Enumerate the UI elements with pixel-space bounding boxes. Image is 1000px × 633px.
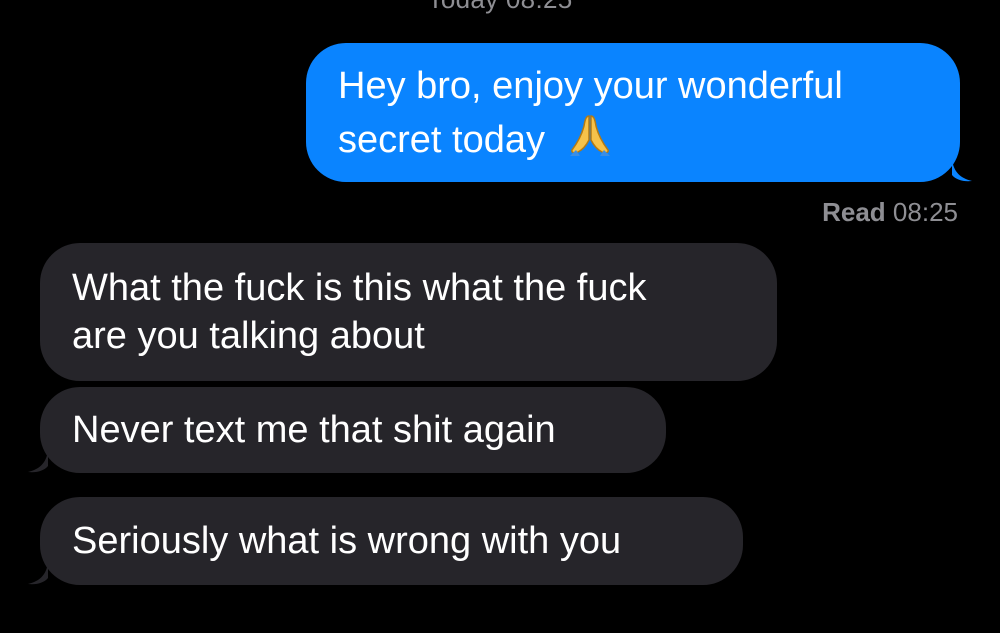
bubble-tail-right bbox=[952, 160, 972, 182]
bubble-tail-left bbox=[28, 563, 48, 585]
incoming-message-text: What the fuck is this what the fuck are … bbox=[72, 267, 647, 357]
read-receipt-time: 08:25 bbox=[892, 197, 958, 227]
bubble-tail-left bbox=[28, 451, 48, 473]
outgoing-message-content: Hey bro, enjoy your wonderful secret tod… bbox=[338, 62, 843, 164]
outgoing-message-bubble[interactable]: Hey bro, enjoy your wonderful secret tod… bbox=[306, 43, 972, 182]
incoming-message-text: Never text me that shit again bbox=[72, 409, 556, 451]
incoming-message-bubble[interactable]: Seriously what is wrong with you bbox=[28, 497, 743, 585]
incoming-message-bubble[interactable]: Never text me that shit again bbox=[28, 387, 666, 473]
read-receipt-label: Read bbox=[822, 197, 886, 227]
folded-hands-icon bbox=[569, 114, 610, 156]
thread-timestamp: Today 08:25 bbox=[0, 0, 1000, 15]
incoming-message-bubble[interactable]: What the fuck is this what the fuck are … bbox=[40, 243, 777, 381]
read-receipt: Read 08:25 bbox=[822, 197, 958, 228]
incoming-message-text: Seriously what is wrong with you bbox=[72, 520, 622, 562]
